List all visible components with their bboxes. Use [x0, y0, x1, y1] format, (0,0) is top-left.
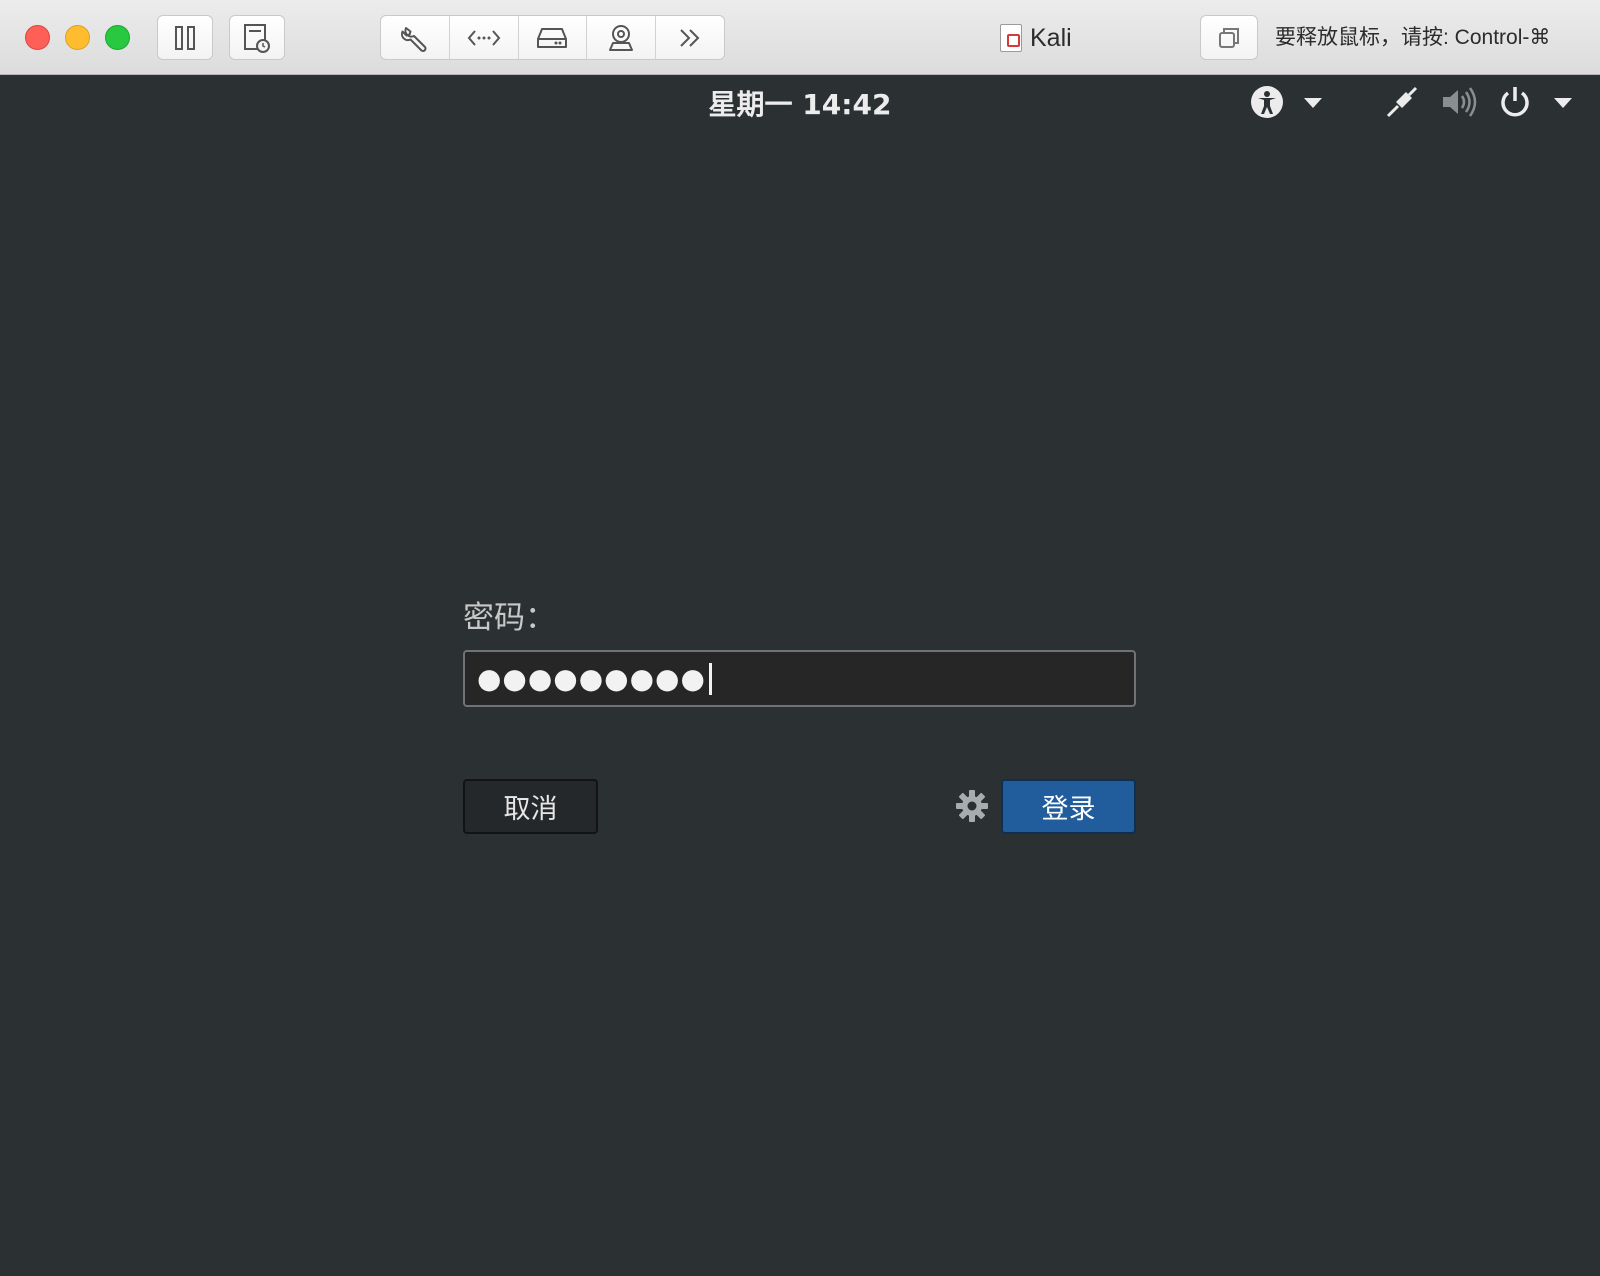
settings-button[interactable]	[381, 16, 450, 59]
disk-button[interactable]	[519, 16, 588, 59]
volume-icon[interactable]	[1440, 85, 1478, 119]
gnome-top-bar: 星期一 14:42	[0, 75, 1600, 130]
window-title-text: Kali	[1030, 23, 1072, 52]
wrench-icon	[400, 26, 427, 52]
minimize-window-button[interactable]	[65, 25, 90, 50]
pause-icon	[175, 25, 195, 50]
snapshot-icon	[244, 23, 270, 53]
accessibility-icon[interactable]	[1250, 85, 1284, 119]
zoom-window-button[interactable]	[105, 25, 130, 50]
gear-icon[interactable]	[955, 789, 989, 823]
dropdown-arrow-icon[interactable]	[1553, 97, 1573, 109]
vm-document-icon	[1000, 24, 1022, 52]
camera-button[interactable]	[587, 16, 657, 59]
login-button[interactable]: 登录	[1001, 779, 1136, 834]
power-icon[interactable]	[1498, 85, 1532, 119]
password-input[interactable]: ●●●●●●●●●	[463, 650, 1136, 707]
snapshot-button[interactable]	[229, 15, 285, 60]
network-wired-icon[interactable]	[1385, 85, 1419, 119]
port-forward-button[interactable]	[450, 16, 519, 59]
dropdown-arrow-icon[interactable]	[1303, 97, 1323, 109]
window-copy-button[interactable]	[1200, 15, 1258, 60]
vm-settings-button-group	[380, 15, 725, 60]
cancel-button[interactable]: 取消	[463, 779, 598, 834]
camera-icon	[609, 24, 634, 51]
text-caret	[708, 662, 712, 695]
password-label: 密码：	[463, 600, 556, 636]
clock[interactable]: 星期一 14:42	[0, 83, 1600, 123]
vm-window-toolbar: Kali 要释放鼠标，请按: Control-⌘	[0, 0, 1600, 75]
more-button[interactable]	[656, 16, 724, 59]
window-title: Kali	[1000, 22, 1072, 54]
release-mouse-hint: 要释放鼠标，请按: Control-⌘	[1275, 26, 1551, 49]
window-copy-icon	[1219, 27, 1239, 48]
pause-button[interactable]	[157, 15, 213, 60]
code-arrows-icon	[467, 29, 501, 46]
hard-drive-icon	[537, 27, 568, 48]
more-chevrons-icon	[680, 28, 700, 47]
close-window-button[interactable]	[25, 25, 50, 50]
password-mask: ●●●●●●●●●	[477, 662, 706, 695]
